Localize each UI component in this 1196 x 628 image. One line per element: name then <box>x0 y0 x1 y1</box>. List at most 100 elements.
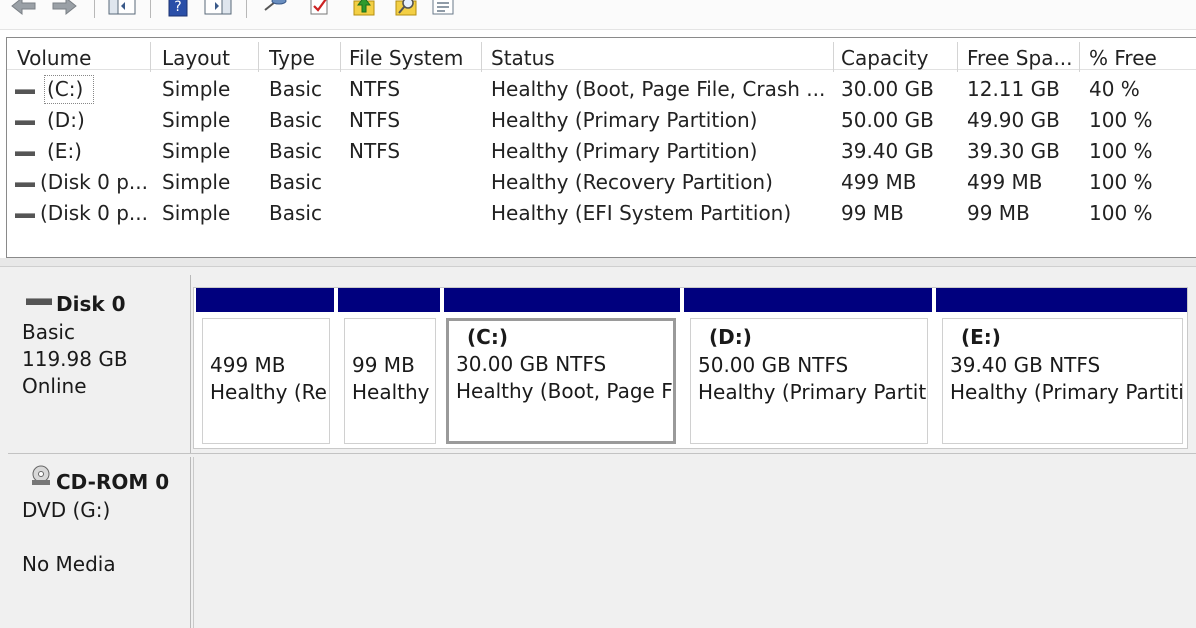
table-row[interactable]: (E:) Simple Basic NTFS Healthy (Primary … <box>7 136 1196 167</box>
cd-drive-icon <box>30 465 52 487</box>
column-header-free-space[interactable]: Free Spa... <box>967 40 1077 70</box>
column-divider[interactable] <box>957 42 958 72</box>
volume-percent-free: 100 % <box>1089 201 1153 225</box>
volume-status: Healthy (EFI System Partition) <box>491 201 792 225</box>
column-header-percent-free[interactable]: % Free <box>1089 40 1189 70</box>
volume-name: (Disk 0 p... <box>40 201 148 225</box>
volume-free-space: 99 MB <box>967 201 1030 225</box>
volume-list: Volume Layout Type File System Status Ca… <box>6 37 1196 258</box>
column-divider[interactable] <box>150 42 151 72</box>
toolbar-separator <box>150 0 151 18</box>
partition-recovery[interactable]: 499 MB Healthy (Re <box>196 288 334 448</box>
cdrom-0-label-panel[interactable]: CD-ROM 0 DVD (G:) No Media <box>8 457 191 628</box>
toolbar: ? <box>0 0 1196 30</box>
volume-file-system <box>349 198 479 229</box>
volume-capacity: 499 MB <box>841 170 917 194</box>
partition-c[interactable]: (C:) 30.00 GB NTFS Healthy (Boot, Page F… <box>444 288 680 448</box>
partition-e[interactable]: (E:) 39.40 GB NTFS Healthy (Primary Part… <box>936 288 1187 448</box>
table-row[interactable]: (C:) Simple Basic NTFS Healthy (Boot, Pa… <box>7 74 1196 105</box>
volume-file-system: NTFS <box>349 139 401 163</box>
column-header-capacity[interactable]: Capacity <box>841 40 956 70</box>
partition-bar <box>936 288 1187 312</box>
volume-percent-free: 100 % <box>1089 170 1153 194</box>
volume-name: (C:) <box>44 75 94 104</box>
svg-text:?: ? <box>174 0 181 15</box>
volume-name: (E:) <box>47 139 82 163</box>
volume-free-space: 12.11 GB <box>967 77 1060 101</box>
volume-icon <box>15 120 35 125</box>
partition-bar <box>196 288 334 312</box>
search-icon[interactable] <box>392 0 420 18</box>
show-hide-action-pane-icon[interactable] <box>202 0 234 18</box>
column-divider[interactable] <box>340 42 341 72</box>
column-header-layout[interactable]: Layout <box>162 40 257 70</box>
partition-bar <box>684 288 932 312</box>
help-icon[interactable]: ? <box>164 0 192 18</box>
toolbar-separator <box>246 0 247 18</box>
column-header-volume[interactable]: Volume <box>17 40 147 70</box>
connect-disk-icon[interactable] <box>260 0 290 18</box>
disk-name: Disk 0 <box>56 292 126 316</box>
partition-size: 99 MB <box>352 353 415 377</box>
partition-body: (D:) 50.00 GB NTFS Healthy (Primary Part… <box>690 318 928 444</box>
disk-row-divider <box>8 453 1196 454</box>
volume-layout: Simple <box>162 201 231 225</box>
volume-type: Basic <box>269 139 322 163</box>
volume-file-system: NTFS <box>349 77 401 101</box>
partition-status: Healthy <box>352 380 430 404</box>
partition-body: 499 MB Healthy (Re <box>202 318 330 444</box>
partition-status: Healthy (Boot, Page Fi <box>456 379 676 403</box>
volume-status: Healthy (Recovery Partition) <box>491 170 773 194</box>
volume-icon <box>15 182 35 187</box>
cdrom-0-empty-area[interactable] <box>193 457 1196 628</box>
column-divider[interactable] <box>258 42 259 72</box>
column-header-status[interactable]: Status <box>491 40 831 70</box>
column-divider[interactable] <box>1079 42 1080 72</box>
disk-type: Basic <box>22 320 75 344</box>
back-arrow-icon[interactable] <box>8 0 38 18</box>
graphical-disk-view: Disk 0 Basic 119.98 GB Online 499 MB Hea… <box>0 267 1196 628</box>
partition-bar <box>444 288 680 312</box>
forward-arrow-icon[interactable] <box>50 0 80 18</box>
volume-capacity: 99 MB <box>841 201 904 225</box>
partition-d[interactable]: (D:) 50.00 GB NTFS Healthy (Primary Part… <box>684 288 932 448</box>
column-header-file-system[interactable]: File System <box>349 40 479 70</box>
upload-icon[interactable] <box>350 0 378 18</box>
table-row[interactable]: (D:) Simple Basic NTFS Healthy (Primary … <box>7 105 1196 136</box>
disk-size: 119.98 GB <box>22 347 128 371</box>
column-divider[interactable] <box>833 42 834 72</box>
volume-percent-free: 100 % <box>1089 139 1153 163</box>
volume-layout: Simple <box>162 139 231 163</box>
partition-body: (E:) 39.40 GB NTFS Healthy (Primary Part… <box>942 318 1183 444</box>
volume-file-system: NTFS <box>349 108 401 132</box>
column-header-type[interactable]: Type <box>269 40 339 70</box>
table-row[interactable]: (Disk 0 p... Simple Basic Healthy (EFI S… <box>7 198 1196 229</box>
volume-name: (D:) <box>47 108 85 132</box>
volume-type: Basic <box>269 170 322 194</box>
volume-type: Basic <box>269 201 322 225</box>
toolbar-separator <box>94 0 95 18</box>
partition-status: Healthy (Primary Partiti <box>698 380 928 404</box>
volume-percent-free: 100 % <box>1089 108 1153 132</box>
volume-type: Basic <box>269 108 322 132</box>
disk-0-partition-strip: 499 MB Healthy (Re 99 MB Healthy (C:) 30… <box>193 287 1188 449</box>
partition-efi[interactable]: 99 MB Healthy <box>338 288 440 448</box>
show-hide-console-tree-icon[interactable] <box>106 0 138 18</box>
partition-bar <box>338 288 440 312</box>
disk-0-label-panel[interactable]: Disk 0 Basic 119.98 GB Online <box>8 275 191 453</box>
volume-percent-free: 40 % <box>1089 77 1140 101</box>
table-row[interactable]: (Disk 0 p... Simple Basic Healthy (Recov… <box>7 167 1196 198</box>
partition-size: 30.00 GB NTFS <box>456 352 607 376</box>
column-divider[interactable] <box>481 42 482 72</box>
volume-free-space: 39.30 GB <box>967 139 1060 163</box>
check-icon[interactable] <box>306 0 334 18</box>
partition-letter: (C:) <box>467 325 508 349</box>
volume-capacity: 50.00 GB <box>841 108 934 132</box>
partition-status: Healthy (Primary Partiti <box>950 380 1183 404</box>
volume-file-system <box>349 167 479 198</box>
cdrom-media: No Media <box>22 552 116 576</box>
properties-icon[interactable] <box>428 0 458 18</box>
partition-size: 39.40 GB NTFS <box>950 353 1101 377</box>
pane-splitter[interactable] <box>0 258 1196 267</box>
volume-status: Healthy (Primary Partition) <box>491 139 758 163</box>
